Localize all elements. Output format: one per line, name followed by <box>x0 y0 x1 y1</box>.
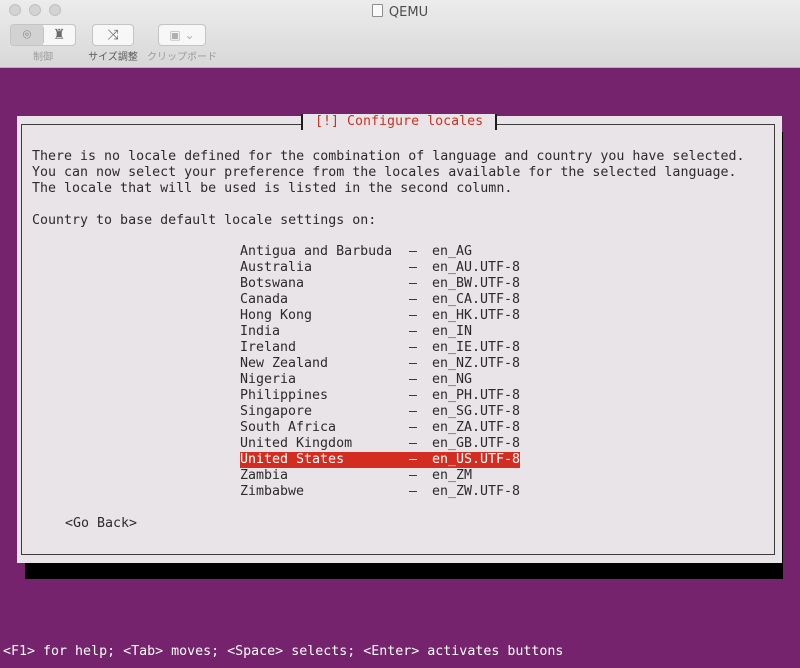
locale-code: en_NG <box>432 372 473 387</box>
locale-code: en_ZA.UTF-8 <box>432 420 521 435</box>
country-name: Canada <box>240 292 289 307</box>
list-item[interactable]: United Kingdom – en_GB.UTF-8 <box>240 436 520 452</box>
document-icon <box>371 4 383 17</box>
separator-dash: – <box>409 244 418 259</box>
binoculars-button[interactable]: ♜ <box>43 25 75 45</box>
list-item[interactable]: Philippines – en_PH.UTF-8 <box>240 388 520 404</box>
separator-dash: – <box>409 452 418 467</box>
country-prompt: Country to base default locale settings … <box>32 213 377 228</box>
separator-dash: – <box>409 356 418 371</box>
title-toolbar: QEMU ⌾ ♜ 制御 ⤨ サイズ調整 ▣ ⌄ クリップボード <box>0 0 800 68</box>
separator-dash: – <box>409 260 418 275</box>
list-item[interactable]: Botswana – en_BW.UTF-8 <box>240 276 520 292</box>
country-name: South Africa <box>240 420 337 435</box>
dialog-title: [!] Configure locales <box>301 114 498 130</box>
go-back-button[interactable]: <Go Back> <box>65 516 137 532</box>
resize-button[interactable]: ⤨ <box>92 24 134 46</box>
country-name: India <box>240 324 281 339</box>
separator-dash: – <box>409 468 418 483</box>
help-bar: <F1> for help; <Tab> moves; <Space> sele… <box>3 644 564 659</box>
country-locale-list: Antigua and Barbuda – en_AG Australia – en_AU… <box>240 244 520 500</box>
country-name: Ireland <box>240 340 297 355</box>
clipboard-button[interactable]: ▣ ⌄ <box>158 24 206 46</box>
country-name: United States <box>240 452 345 467</box>
clipboard-label: クリップボード <box>147 52 217 63</box>
resize-toolbar-item: ⤨ サイズ調整 <box>87 24 139 63</box>
locale-code: en_SG.UTF-8 <box>432 404 521 419</box>
shrink-arrows-icon: ⤨ <box>107 27 119 43</box>
separator-dash: – <box>409 292 418 307</box>
country-name: Nigeria <box>240 372 297 387</box>
list-item-selected[interactable]: United States – en_US.UTF-8 <box>240 452 520 468</box>
list-item[interactable]: Hong Kong – en_HK.UTF-8 <box>240 308 520 324</box>
control-toolbar-item: ⌾ ♜ 制御 <box>9 24 77 63</box>
message-line: You can now select your preference from … <box>32 165 737 180</box>
separator-dash: – <box>409 340 418 355</box>
configure-locales-dialog: [!] Configure locales There is no locale… <box>17 114 782 563</box>
locale-code: en_CA.UTF-8 <box>432 292 521 307</box>
locale-code: en_HK.UTF-8 <box>432 308 521 323</box>
pointer-capture-button[interactable]: ⌾ <box>11 25 43 45</box>
list-item[interactable]: Nigeria – en_NG <box>240 372 520 388</box>
country-name: United Kingdom <box>240 436 353 451</box>
locale-code: en_ZM <box>432 468 473 483</box>
list-item[interactable]: South Africa – en_ZA.UTF-8 <box>240 420 520 436</box>
locale-code: en_BW.UTF-8 <box>432 276 521 291</box>
country-name: Philippines <box>240 388 329 403</box>
locale-code: en_NZ.UTF-8 <box>432 356 521 371</box>
control-label: 制御 <box>33 52 53 63</box>
list-item[interactable]: New Zealand – en_NZ.UTF-8 <box>240 356 520 372</box>
locale-code: en_PH.UTF-8 <box>432 388 521 403</box>
country-name: Hong Kong <box>240 308 313 323</box>
separator-dash: – <box>409 372 418 387</box>
vm-screen[interactable]: [!] Configure locales There is no locale… <box>0 68 800 668</box>
country-name: Zambia <box>240 468 289 483</box>
country-name: Antigua and Barbuda <box>240 244 393 259</box>
pointer-capture-icon: ⌾ <box>22 27 32 43</box>
control-segmented-button: ⌾ ♜ <box>10 24 76 46</box>
locale-code: en_IE.UTF-8 <box>432 340 521 355</box>
separator-dash: – <box>409 484 418 499</box>
separator-dash: – <box>409 308 418 323</box>
separator-dash: – <box>409 324 418 339</box>
locale-code: en_US.UTF-8 <box>432 452 521 467</box>
window-title: QEMU <box>0 4 800 20</box>
country-name: Botswana <box>240 276 305 291</box>
country-name: Singapore <box>240 404 313 419</box>
list-item[interactable]: Australia – en_AU.UTF-8 <box>240 260 520 276</box>
locale-code: en_AU.UTF-8 <box>432 260 521 275</box>
qemu-window: QEMU ⌾ ♜ 制御 ⤨ サイズ調整 ▣ ⌄ クリップボード [!] Conf… <box>0 0 800 668</box>
list-item[interactable]: Zambia – en_ZM <box>240 468 520 484</box>
country-name: Zimbabwe <box>240 484 305 499</box>
binoculars-icon: ♜ <box>52 27 66 43</box>
locale-code: en_ZW.UTF-8 <box>432 484 521 499</box>
list-item[interactable]: Singapore – en_SG.UTF-8 <box>240 404 520 420</box>
list-item[interactable]: Antigua and Barbuda – en_AG <box>240 244 520 260</box>
resize-label: サイズ調整 <box>88 52 138 63</box>
list-item[interactable]: Canada – en_CA.UTF-8 <box>240 292 520 308</box>
clipboard-icon: ▣ ⌄ <box>169 28 195 42</box>
separator-dash: – <box>409 404 418 419</box>
message-line: There is no locale defined for the combi… <box>32 149 745 164</box>
separator-dash: – <box>409 420 418 435</box>
separator-dash: – <box>409 388 418 403</box>
locale-code: en_IN <box>432 324 473 339</box>
separator-dash: – <box>409 276 418 291</box>
message-line: The locale that will be used is listed i… <box>32 181 513 196</box>
locale-code: en_AG <box>432 244 473 259</box>
list-item[interactable]: India – en_IN <box>240 324 520 340</box>
country-name: New Zealand <box>240 356 329 371</box>
country-name: Australia <box>240 260 313 275</box>
locale-code: en_GB.UTF-8 <box>432 436 521 451</box>
separator-dash: – <box>409 436 418 451</box>
clipboard-toolbar-item: ▣ ⌄ クリップボード <box>146 24 218 63</box>
list-item[interactable]: Ireland – en_IE.UTF-8 <box>240 340 520 356</box>
list-item[interactable]: Zimbabwe – en_ZW.UTF-8 <box>240 484 520 500</box>
